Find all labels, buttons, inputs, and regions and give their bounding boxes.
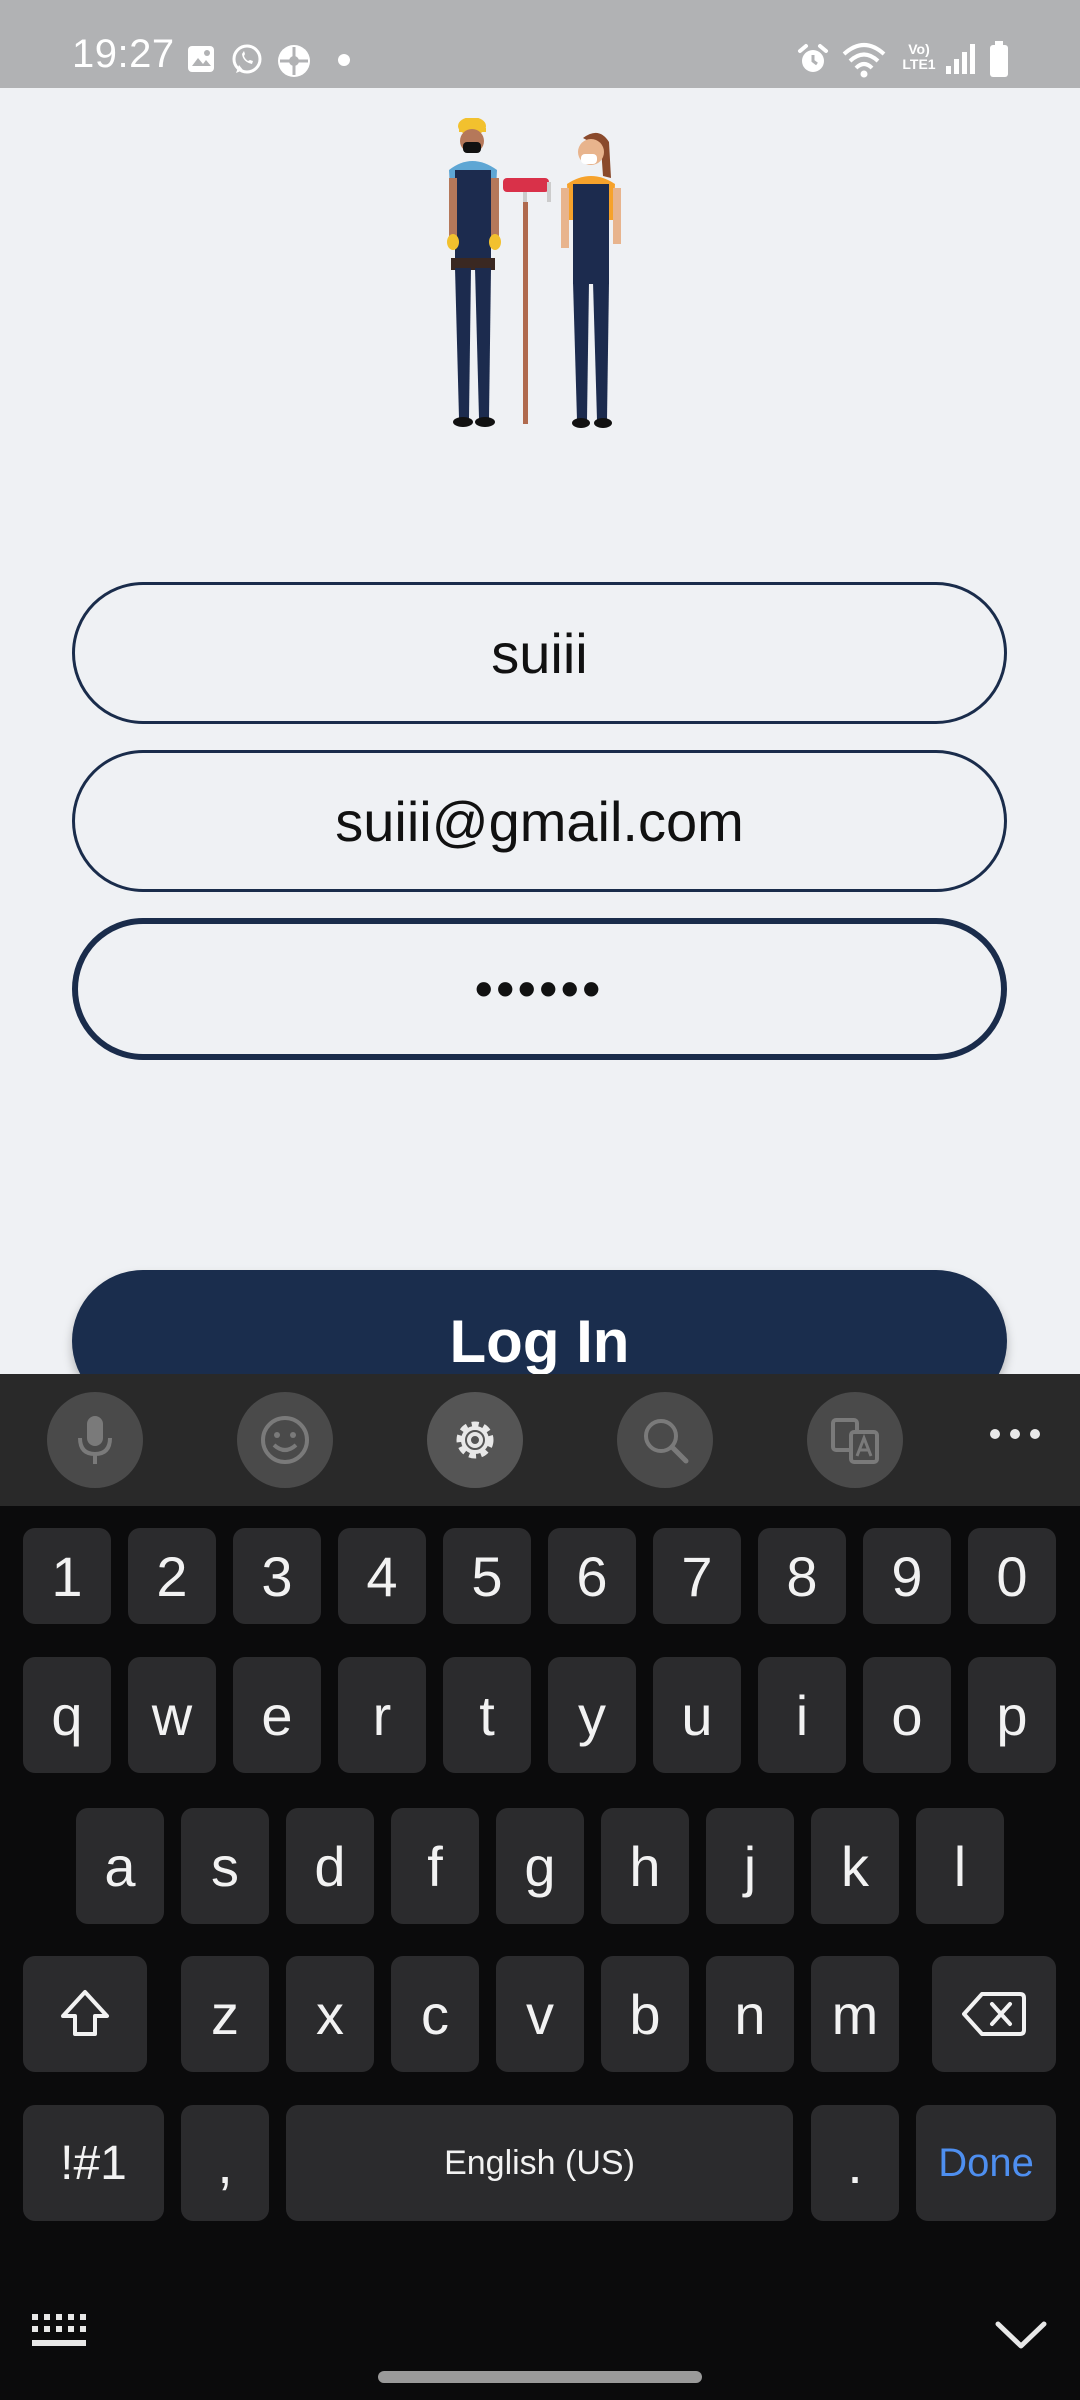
key-r[interactable]: r [338,1657,426,1773]
key-t[interactable]: t [443,1657,531,1773]
key-a[interactable]: a [76,1808,164,1924]
key-q[interactable]: q [23,1657,111,1773]
key-n[interactable]: n [706,1956,794,2072]
backspace-key[interactable] [932,1956,1056,2072]
key-1[interactable]: 1 [23,1528,111,1624]
key-g[interactable]: g [496,1808,584,1924]
key-2[interactable]: 2 [128,1528,216,1624]
password-field-value: •••••• [474,961,605,1017]
shift-key[interactable] [23,1956,147,2072]
key-x[interactable]: x [286,1956,374,2072]
symbols-key[interactable]: !#1 [23,2105,164,2221]
key-8[interactable]: 8 [758,1528,846,1624]
status-bar: 19:27 Vo) LTE1 [0,0,1080,88]
key-i[interactable]: i [758,1657,846,1773]
whatsapp-icon [232,44,262,74]
home-indicator[interactable] [378,2371,702,2383]
period-key[interactable]: . [811,2105,899,2221]
key-m[interactable]: m [811,1956,899,2072]
workers-illustration [447,118,621,428]
status-time: 19:27 [72,32,175,76]
email-field[interactable]: suiii@gmail.com [72,750,1007,892]
hide-keyboard-icon[interactable] [994,2318,1048,2352]
key-l[interactable]: l [916,1808,1004,1924]
key-w[interactable]: w [128,1657,216,1773]
shift-icon [61,1990,109,2036]
keyboard: 1 2 3 4 5 6 7 8 9 0 q w e r t y u i o p … [0,1374,1080,2400]
key-u[interactable]: u [653,1657,741,1773]
more-icon[interactable] [990,1424,1040,1444]
key-0[interactable]: 0 [968,1528,1056,1624]
gallery-icon [188,46,214,72]
emoji-icon[interactable] [237,1392,333,1488]
key-p[interactable]: p [968,1657,1056,1773]
name-field[interactable]: suiii [72,582,1007,724]
space-key[interactable]: English (US) [286,2105,793,2221]
wifi-icon [842,43,886,78]
login-screen: suiii suiii@gmail.com •••••• Log In [0,88,1080,1412]
backspace-icon [962,1992,1026,2036]
key-v[interactable]: v [496,1956,584,2072]
translate-icon[interactable] [807,1392,903,1488]
signal-icon [946,44,975,74]
key-7[interactable]: 7 [653,1528,741,1624]
volte-icon: Vo) LTE1 [902,41,936,72]
password-field[interactable]: •••••• [72,918,1007,1060]
key-3[interactable]: 3 [233,1528,321,1624]
key-d[interactable]: d [286,1808,374,1924]
key-z[interactable]: z [181,1956,269,2072]
key-e[interactable]: e [233,1657,321,1773]
key-9[interactable]: 9 [863,1528,951,1624]
comma-key[interactable]: , [181,2105,269,2221]
key-4[interactable]: 4 [338,1528,426,1624]
app-icon [278,45,310,77]
name-field-value: suiii [491,621,588,685]
mic-icon[interactable] [47,1392,143,1488]
key-6[interactable]: 6 [548,1528,636,1624]
settings-icon[interactable] [427,1392,523,1488]
key-s[interactable]: s [181,1808,269,1924]
key-5[interactable]: 5 [443,1528,531,1624]
keyboard-toolbar [0,1374,1080,1506]
key-h[interactable]: h [601,1808,689,1924]
key-j[interactable]: j [706,1808,794,1924]
key-f[interactable]: f [391,1808,479,1924]
search-icon[interactable] [617,1392,713,1488]
alarm-icon [798,44,828,72]
email-field-value: suiii@gmail.com [335,789,744,853]
key-b[interactable]: b [601,1956,689,2072]
key-k[interactable]: k [811,1808,899,1924]
key-c[interactable]: c [391,1956,479,2072]
battery-icon [990,41,1008,77]
keyboard-switch-icon[interactable] [30,2312,90,2352]
dot-icon [338,54,350,66]
done-key[interactable]: Done [916,2105,1056,2221]
key-o[interactable]: o [863,1657,951,1773]
key-y[interactable]: y [548,1657,636,1773]
